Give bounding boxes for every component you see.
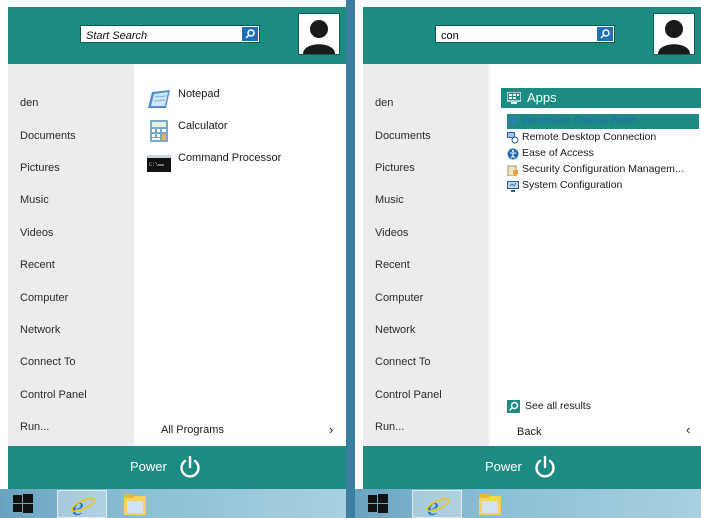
place-run[interactable]: Run... (375, 421, 404, 433)
place-videos[interactable]: Videos (375, 227, 408, 239)
svg-text:e: e (72, 492, 84, 517)
windows-start-icon (13, 494, 33, 513)
program-command-processor[interactable]: C:\ Command Processor (146, 150, 336, 176)
place-recent[interactable]: Recent (375, 259, 410, 271)
power-bar[interactable]: Power (363, 446, 701, 489)
start-button[interactable] (8, 490, 38, 518)
internet-explorer-icon: e (71, 492, 95, 517)
program-calculator[interactable]: Calculator (146, 118, 336, 144)
app-security-configuration-management[interactable]: Security Configuration Managem... (507, 163, 699, 178)
search-input[interactable] (436, 28, 591, 44)
user-icon (658, 20, 690, 54)
calculator-icon (150, 120, 168, 142)
chevron-right-icon[interactable]: › (329, 422, 333, 437)
programs-list: Notepad Calculator C:\ Command Processor… (134, 64, 346, 446)
start-button[interactable] (363, 490, 393, 518)
taskbar-file-explorer[interactable] (473, 490, 509, 518)
see-all-label: See all results (525, 400, 591, 412)
place-den[interactable]: den (375, 97, 393, 109)
app-label: Immersive Control Panel (522, 114, 637, 126)
svg-text:C:\: C:\ (149, 162, 158, 168)
place-control-panel[interactable]: Control Panel (20, 389, 87, 401)
app-label: System Configuration (522, 179, 623, 191)
place-computer[interactable]: Computer (375, 292, 423, 304)
start-menu-header (363, 7, 701, 64)
user-icon (303, 20, 335, 54)
place-videos[interactable]: Videos (20, 227, 53, 239)
start-menu-default: den Documents Pictures Music Videos Rece… (0, 0, 346, 518)
place-documents[interactable]: Documents (20, 130, 76, 142)
app-label: Ease of Access (522, 147, 594, 159)
search-box[interactable] (435, 25, 615, 44)
search-icon (507, 400, 520, 413)
apps-icon (507, 92, 521, 104)
place-recent[interactable]: Recent (20, 259, 55, 271)
place-music[interactable]: Music (375, 194, 404, 206)
place-computer[interactable]: Computer (20, 292, 68, 304)
app-ease-of-access[interactable]: Ease of Access (507, 147, 699, 162)
apps-group-header: Apps (501, 88, 701, 108)
program-label: Notepad (178, 88, 220, 100)
taskbar-internet-explorer[interactable]: e (412, 490, 462, 518)
search-icon (245, 29, 255, 39)
taskbar-internet-explorer[interactable]: e (57, 490, 107, 518)
place-connect-to[interactable]: Connect To (375, 356, 430, 368)
search-icon (600, 29, 610, 39)
start-menu-header (8, 7, 346, 64)
search-button[interactable] (242, 27, 258, 41)
place-run[interactable]: Run... (20, 421, 49, 433)
place-network[interactable]: Network (375, 324, 415, 336)
taskbar: e (0, 489, 346, 518)
gear-icon (508, 116, 518, 126)
start-menu-search-results: den Documents Pictures Music Videos Rece… (355, 0, 701, 518)
power-label: Power (130, 459, 167, 474)
back-link[interactable]: Back (517, 426, 541, 438)
power-icon[interactable] (178, 455, 202, 479)
place-den[interactable]: den (20, 97, 38, 109)
place-pictures[interactable]: Pictures (20, 162, 60, 174)
apps-title: Apps (527, 90, 557, 105)
power-icon[interactable] (533, 455, 557, 479)
app-immersive-control-panel[interactable]: Immersive Control Panel (507, 114, 699, 129)
search-button[interactable] (597, 27, 613, 41)
search-input[interactable] (81, 28, 236, 44)
security-config-icon (507, 165, 518, 176)
notepad-icon (148, 90, 170, 108)
user-avatar[interactable] (298, 13, 340, 55)
file-explorer-icon (124, 494, 146, 515)
place-music[interactable]: Music (20, 194, 49, 206)
chevron-left-icon[interactable]: ‹ (686, 422, 690, 437)
taskbar-file-explorer[interactable] (118, 490, 154, 518)
user-avatar[interactable] (653, 13, 695, 55)
place-connect-to[interactable]: Connect To (20, 356, 75, 368)
remote-desktop-icon (507, 132, 519, 144)
file-explorer-icon (479, 494, 501, 515)
place-pictures[interactable]: Pictures (375, 162, 415, 174)
panel-divider (346, 0, 355, 518)
app-label: Security Configuration Managem... (522, 163, 684, 175)
places-list: den Documents Pictures Music Videos Rece… (8, 64, 134, 446)
program-notepad[interactable]: Notepad (146, 86, 336, 112)
app-remote-desktop-connection[interactable]: Remote Desktop Connection (507, 131, 699, 146)
windows-start-icon (368, 494, 388, 513)
program-label: Calculator (178, 120, 228, 132)
program-label: Command Processor (178, 152, 282, 164)
system-config-icon (507, 181, 519, 192)
places-list: den Documents Pictures Music Videos Rece… (363, 64, 489, 446)
power-label: Power (485, 459, 522, 474)
place-network[interactable]: Network (20, 324, 60, 336)
ease-of-access-icon (507, 148, 519, 160)
taskbar: e (355, 489, 701, 518)
internet-explorer-icon: e (426, 492, 450, 517)
power-bar[interactable]: Power (8, 446, 346, 489)
app-system-configuration[interactable]: System Configuration (507, 179, 699, 194)
svg-text:e: e (427, 492, 439, 517)
all-programs-link[interactable]: All Programs (161, 424, 224, 436)
search-box[interactable] (80, 25, 260, 44)
place-documents[interactable]: Documents (375, 130, 431, 142)
command-prompt-icon: C:\ (147, 155, 171, 172)
place-control-panel[interactable]: Control Panel (375, 389, 442, 401)
app-label: Remote Desktop Connection (522, 131, 657, 143)
